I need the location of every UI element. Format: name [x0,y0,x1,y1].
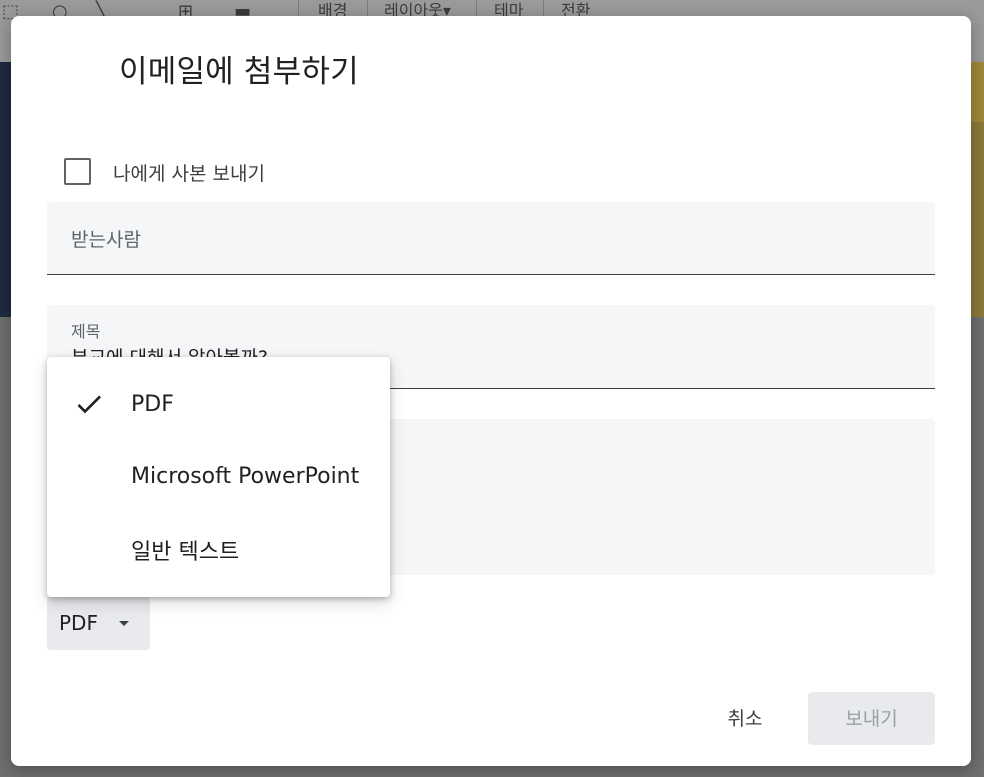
cancel-button[interactable]: 취소 [707,692,783,744]
format-option-pdf[interactable]: PDF [47,370,390,440]
format-option-powerpoint[interactable]: Microsoft PowerPoint [47,442,390,512]
send-copy-checkbox[interactable] [64,158,91,185]
format-option-label: 일반 텍스트 [131,540,240,565]
format-option-plain-text[interactable]: 일반 텍스트 [47,512,390,582]
format-selected-value: PDF [59,611,98,635]
send-button[interactable]: 보내기 [808,692,935,745]
background-right-strip-top [971,62,984,122]
subject-label: 제목 [71,322,101,341]
format-menu: PDF Microsoft PowerPoint 일반 텍스트 [47,357,390,597]
format-select[interactable]: PDF [47,596,150,650]
format-option-label: Microsoft PowerPoint [131,464,360,489]
send-copy-label: 나에게 사본 보내기 [113,163,265,185]
dropdown-arrow-icon [119,621,129,626]
recipient-placeholder: 받는사람 [71,229,141,251]
check-icon [77,395,101,414]
background-slide-thumb [0,62,11,317]
recipient-field[interactable]: 받는사람 [47,202,935,275]
format-option-label: PDF [131,392,174,417]
dialog-title: 이메일에 첨부하기 [119,54,359,90]
